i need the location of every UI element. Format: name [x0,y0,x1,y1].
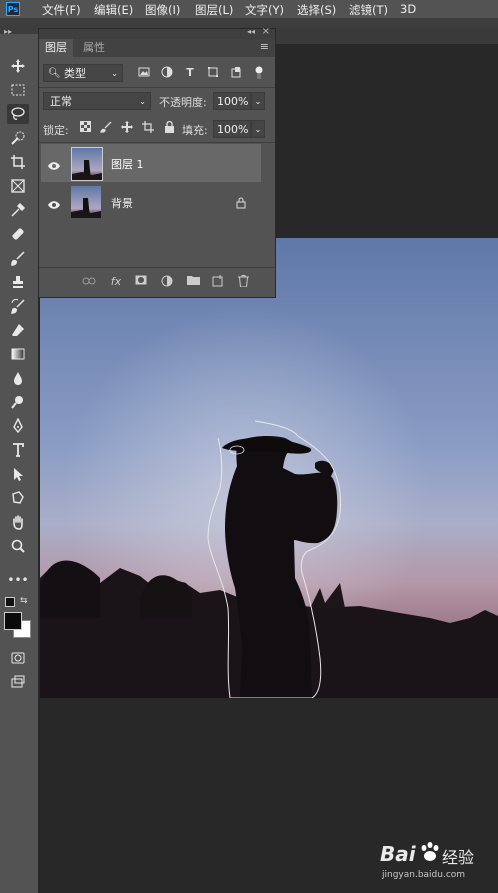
new-adjustment-layer-icon[interactable] [159,275,175,289]
default-colors-icon[interactable] [5,597,15,607]
blend-mode-value: 正常 [50,95,72,108]
frame-tool-icon[interactable] [7,176,29,196]
opacity-label: 不透明度: [159,96,207,109]
layer-thumbnail [71,186,101,218]
healing-tool-icon[interactable] [7,224,29,244]
filter-smart-object-icon[interactable] [229,66,243,80]
opacity-value: 100% [217,95,249,108]
layer-name[interactable]: 背景 [111,195,133,211]
lock-artboard-icon[interactable] [141,121,155,135]
layer-filter-value: 类型 [64,67,86,80]
quick-mask-icon[interactable] [7,648,29,668]
filter-adjustment-icon[interactable] [160,66,174,80]
menu-image[interactable]: 图像(I) [145,2,180,18]
foreground-color-swatch[interactable] [4,612,22,630]
blend-mode-select[interactable]: 正常 ⌄ [43,92,151,110]
brush-tool-icon[interactable] [7,248,29,268]
filter-shape-icon[interactable] [206,66,220,80]
layer-style-fx-icon[interactable]: fx [108,275,124,289]
eye-icon[interactable] [47,156,61,175]
layer-name[interactable]: 图层 1 [111,156,144,172]
crop-tool-icon[interactable] [7,152,29,172]
link-layers-icon[interactable] [81,275,97,289]
watermark-brand-suffix: 经验 [442,848,475,867]
path-select-tool-icon[interactable] [7,464,29,484]
panel-tab-bar: 图层 属性 ≡ [39,39,275,57]
divider [39,142,275,143]
divider [39,267,275,268]
lock-image-pixels-icon[interactable] [99,121,113,135]
layer-row-layer-1[interactable]: 图层 1 [41,144,261,182]
tab-properties[interactable]: 属性 [77,39,111,57]
document-canvas-image[interactable] [40,238,498,698]
marquee-tool-icon[interactable] [7,80,29,100]
lasso-tool-icon[interactable] [7,104,29,124]
stamp-tool-icon[interactable] [7,272,29,292]
menu-file[interactable]: 文件(F) [42,2,81,18]
watermark-brand: Bai [380,842,416,866]
zoom-tool-icon[interactable] [7,536,29,556]
menu-type[interactable]: 文字(Y) [245,2,284,18]
divider [39,87,275,88]
menu-layer[interactable]: 图层(L) [195,2,233,18]
menu-filter[interactable]: 滤镜(T) [349,2,388,18]
fill-dropdown-button[interactable]: ⌄ [251,120,265,138]
menu-select[interactable]: 选择(S) [297,2,336,18]
gradient-tool-icon[interactable] [7,344,29,364]
eraser-tool-icon[interactable] [7,320,29,340]
shape-tool-icon[interactable] [7,488,29,508]
photoshop-logo: Ps [6,2,20,16]
more-tools-icon[interactable]: ••• [7,570,29,590]
history-brush-tool-icon[interactable] [7,296,29,316]
filter-toggle-icon[interactable] [255,65,263,79]
layer-row-background[interactable]: 背景 [41,183,261,221]
layer-thumbnail [71,147,103,181]
tab-layers[interactable]: 图层 [39,39,73,57]
fill-label: 填充: [182,124,208,137]
dodge-tool-icon[interactable] [7,392,29,412]
new-layer-icon[interactable] [210,275,226,289]
silhouette-photo [40,238,498,698]
lock-all-icon[interactable] [162,120,176,135]
hand-tool-icon[interactable] [7,512,29,532]
layers-panel: ◂◂ × 图层 属性 ≡ 🔍︎ 类型 ⌄ T 正常 ⌄ 不透明度: 100% ⌄… [38,26,276,298]
paw-icon [421,842,439,861]
panel-menu-icon[interactable]: ≡ [260,40,269,53]
chevron-down-icon: ⌄ [139,97,146,106]
move-tool-icon[interactable] [7,56,29,76]
lock-label: 锁定: [43,124,69,137]
baidu-jingyan-watermark: Bai 经验 jingyan.baidu.com [380,840,490,885]
swap-colors-icon[interactable]: ⇆ [20,596,28,606]
lock-transparent-pixels-icon[interactable] [78,121,92,135]
layers-panel-header: ◂◂ × [39,26,275,39]
screen-mode-icon[interactable] [7,672,29,692]
filter-pixel-icon[interactable] [137,66,151,80]
add-mask-icon[interactable] [133,275,149,289]
layer-filter-select[interactable]: 🔍︎ 类型 ⌄ [43,64,123,82]
eye-icon[interactable] [47,195,61,214]
eyedropper-tool-icon[interactable] [7,200,29,220]
lock-position-icon[interactable] [120,121,134,135]
menu-bar: Ps 文件(F) 编辑(E) 图像(I) 图层(L) 文字(Y) 选择(S) 滤… [0,0,498,18]
filter-type-icon[interactable]: T [183,66,197,80]
panel-close-icon[interactable]: × [262,26,270,37]
quick-select-tool-icon[interactable] [7,128,29,148]
menu-3d[interactable]: 3D [400,2,416,16]
opacity-dropdown-button[interactable]: ⌄ [251,92,265,110]
fill-input[interactable]: 100% [213,120,251,138]
search-icon: 🔍︎ [48,68,61,79]
menu-edit[interactable]: 编辑(E) [94,2,133,18]
chevron-down-icon: ⌄ [111,69,118,78]
tools-collapse-icon[interactable]: ▸▸ [4,27,12,36]
delete-layer-icon[interactable] [235,275,251,289]
new-group-icon[interactable] [185,275,201,289]
watermark-domain: jingyan.baidu.com [382,870,466,880]
fill-value: 100% [217,123,249,136]
type-tool-icon[interactable] [7,440,29,460]
pen-tool-icon[interactable] [7,416,29,436]
lock-icon [236,194,246,213]
panel-collapse-icon[interactable]: ◂◂ [247,27,255,36]
opacity-input[interactable]: 100% [213,92,251,110]
blur-tool-icon[interactable] [7,368,29,388]
